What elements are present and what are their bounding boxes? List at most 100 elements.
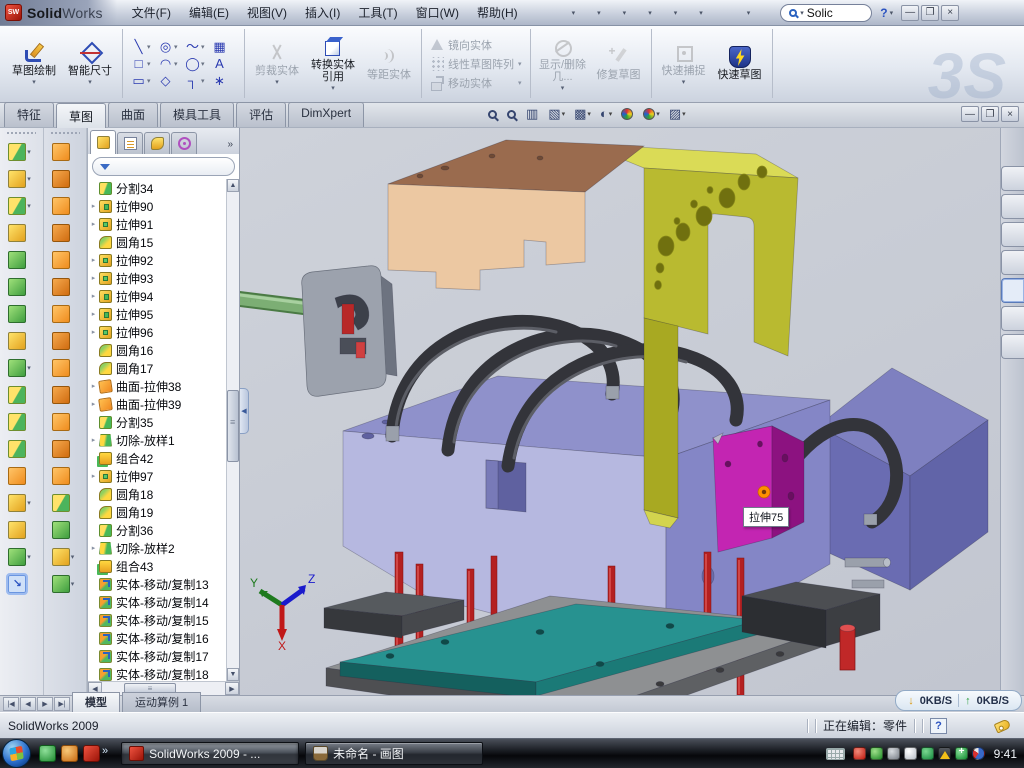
feature-tool-button[interactable]: [8, 219, 34, 246]
surface-tool-button[interactable]: [52, 435, 78, 462]
feature-tool-button[interactable]: [8, 273, 34, 300]
taskbar-task-button[interactable]: SolidWorks 2009 - ...: [121, 742, 299, 765]
surface-tool-button[interactable]: [52, 165, 78, 192]
dropdown-arrow-icon[interactable]: ▾: [699, 9, 703, 17]
menu-item[interactable]: 帮助(H): [468, 0, 527, 25]
dropdown-arrow-icon[interactable]: ▾: [71, 580, 78, 588]
dropdown-arrow-icon[interactable]: ▾: [201, 43, 205, 51]
dropdown-arrow-icon[interactable]: ▾: [147, 43, 151, 51]
scroll-thumb[interactable]: [227, 390, 239, 462]
dropdown-arrow-icon[interactable]: ▾: [27, 175, 34, 183]
convert-entities-button[interactable]: 转换实体引用▾: [307, 35, 359, 93]
tree-item[interactable]: 实体-移动/复制15: [88, 611, 226, 629]
tab-nav-button[interactable]: |◀: [3, 697, 19, 711]
feature-tool-button[interactable]: [8, 435, 34, 462]
sketch-tool-button[interactable]: ◠ ▾: [158, 56, 182, 71]
tree-item[interactable]: 圆角17: [88, 359, 226, 377]
document-tab[interactable]: 模型: [72, 692, 120, 712]
toolbar-button[interactable]: ▾: [629, 4, 654, 22]
smart-dimension-button[interactable]: 智能尺寸▾: [64, 41, 116, 87]
tree-item[interactable]: ▸ 切除-放样2: [88, 539, 226, 557]
command-tab[interactable]: 曲面: [108, 102, 158, 127]
tab-nav-button[interactable]: ▶|: [54, 697, 70, 711]
dropdown-arrow-icon[interactable]: ▾: [648, 9, 652, 17]
expand-arrow-icon[interactable]: ▸: [88, 274, 99, 282]
tree-item[interactable]: ▸ 拉伸93: [88, 269, 226, 287]
view-tool-button[interactable]: ▾: [643, 108, 660, 120]
tree-item[interactable]: ▸ 拉伸95: [88, 305, 226, 323]
feature-tool-button[interactable]: [8, 327, 34, 354]
tree-item[interactable]: ▸ 切除-放样1: [88, 431, 226, 449]
taskbar-task-button[interactable]: 未命名 - 画图: [305, 742, 483, 765]
search-box[interactable]: ▾ Solic: [780, 4, 872, 22]
expand-arrow-icon[interactable]: ▸: [88, 256, 99, 264]
toolbar-button[interactable]: ▾: [553, 4, 578, 22]
menu-item[interactable]: 工具(T): [349, 0, 406, 25]
dropdown-arrow-icon[interactable]: ▾: [27, 364, 34, 372]
dropdown-arrow-icon[interactable]: ▾: [572, 9, 576, 17]
view-tool-button[interactable]: [488, 110, 498, 119]
view-tool-button[interactable]: [621, 108, 634, 120]
tray-icon[interactable]: [955, 747, 968, 760]
panel-collapse-handle[interactable]: ◀: [240, 388, 249, 434]
help-button[interactable]: ?: [880, 6, 887, 20]
search-dropdown-icon[interactable]: ▾: [800, 9, 804, 17]
scroll-up-button[interactable]: ▲: [227, 179, 239, 192]
tray-icon[interactable]: [938, 747, 951, 760]
document-window-button[interactable]: ×: [1001, 106, 1019, 122]
dropdown-arrow-icon[interactable]: ▾: [71, 553, 78, 561]
feature-tool-button[interactable]: [8, 462, 34, 489]
sketch-button[interactable]: 草图绘制▾: [8, 41, 60, 87]
tree-item[interactable]: ▸ 拉伸94: [88, 287, 226, 305]
tree-item[interactable]: 圆角15: [88, 233, 226, 251]
command-tab[interactable]: DimXpert: [288, 102, 364, 127]
view-tool-button[interactable]: ▨ ▾: [669, 106, 686, 122]
tree-item[interactable]: ▸ 拉伸91: [88, 215, 226, 233]
document-window-button[interactable]: ❐: [981, 106, 999, 122]
expand-arrow-icon[interactable]: ▸: [88, 328, 99, 336]
tray-icon[interactable]: [853, 747, 866, 760]
menu-item[interactable]: 编辑(E): [180, 0, 238, 25]
surface-tool-button[interactable]: [52, 192, 78, 219]
window-control-button[interactable]: —: [901, 5, 919, 21]
start-button[interactable]: [2, 739, 31, 768]
tree-item[interactable]: 实体-移动/复制18: [88, 665, 226, 681]
tree-item[interactable]: ▸ 拉伸92: [88, 251, 226, 269]
surface-tool-button[interactable]: [52, 273, 78, 300]
command-tab[interactable]: 模具工具: [160, 102, 234, 127]
tray-icon[interactable]: [887, 747, 900, 760]
surface-tool-button[interactable]: [52, 462, 78, 489]
task-pane-tab[interactable]: [1001, 278, 1024, 303]
dropdown-arrow-icon[interactable]: ▾: [674, 9, 678, 17]
tree-item[interactable]: 实体-移动/复制17: [88, 647, 226, 665]
surface-tool-button[interactable]: [52, 327, 78, 354]
panel-overflow-button[interactable]: »: [223, 139, 237, 154]
configuration-manager-tab[interactable]: [144, 132, 170, 154]
window-control-button[interactable]: ❐: [921, 5, 939, 21]
tag-icon[interactable]: [994, 718, 1012, 733]
feature-tool-button[interactable]: ▾: [8, 165, 34, 192]
tree-item[interactable]: 分割34: [88, 179, 226, 197]
toolbar-grip[interactable]: [6, 131, 36, 135]
expand-arrow-icon[interactable]: ▸: [88, 202, 99, 210]
sketch-tool-button[interactable]: ∗: [212, 73, 236, 88]
expand-arrow-icon[interactable]: ▸: [88, 220, 99, 228]
expand-arrow-icon[interactable]: ▸: [88, 310, 99, 318]
expand-arrow-icon[interactable]: ▸: [88, 292, 99, 300]
sketch-tool-button[interactable]: ◇: [158, 73, 182, 88]
sketch-tool-button[interactable]: ～ ▾: [185, 39, 209, 54]
surface-tool-button[interactable]: [52, 138, 78, 165]
feature-tool-button[interactable]: ▾: [8, 354, 34, 381]
task-pane-tab[interactable]: [1001, 250, 1024, 275]
dropdown-arrow-icon[interactable]: ▾: [597, 9, 601, 17]
feature-tool-button[interactable]: [8, 300, 34, 327]
view-tool-button[interactable]: ◐ ▾: [600, 106, 612, 122]
toolbar-button[interactable]: ▾: [578, 4, 603, 22]
toolbar-button[interactable]: ▾: [655, 4, 680, 22]
tree-item[interactable]: ▸ 拉伸97: [88, 467, 226, 485]
linear-sketch-pattern-button[interactable]: 线性草图阵列▾: [430, 56, 522, 72]
feature-tool-button[interactable]: ▾: [8, 543, 34, 570]
tray-icon[interactable]: [904, 747, 917, 760]
tree-item[interactable]: ▸ 拉伸96: [88, 323, 226, 341]
taskbar-clock[interactable]: 9:41: [994, 747, 1017, 761]
